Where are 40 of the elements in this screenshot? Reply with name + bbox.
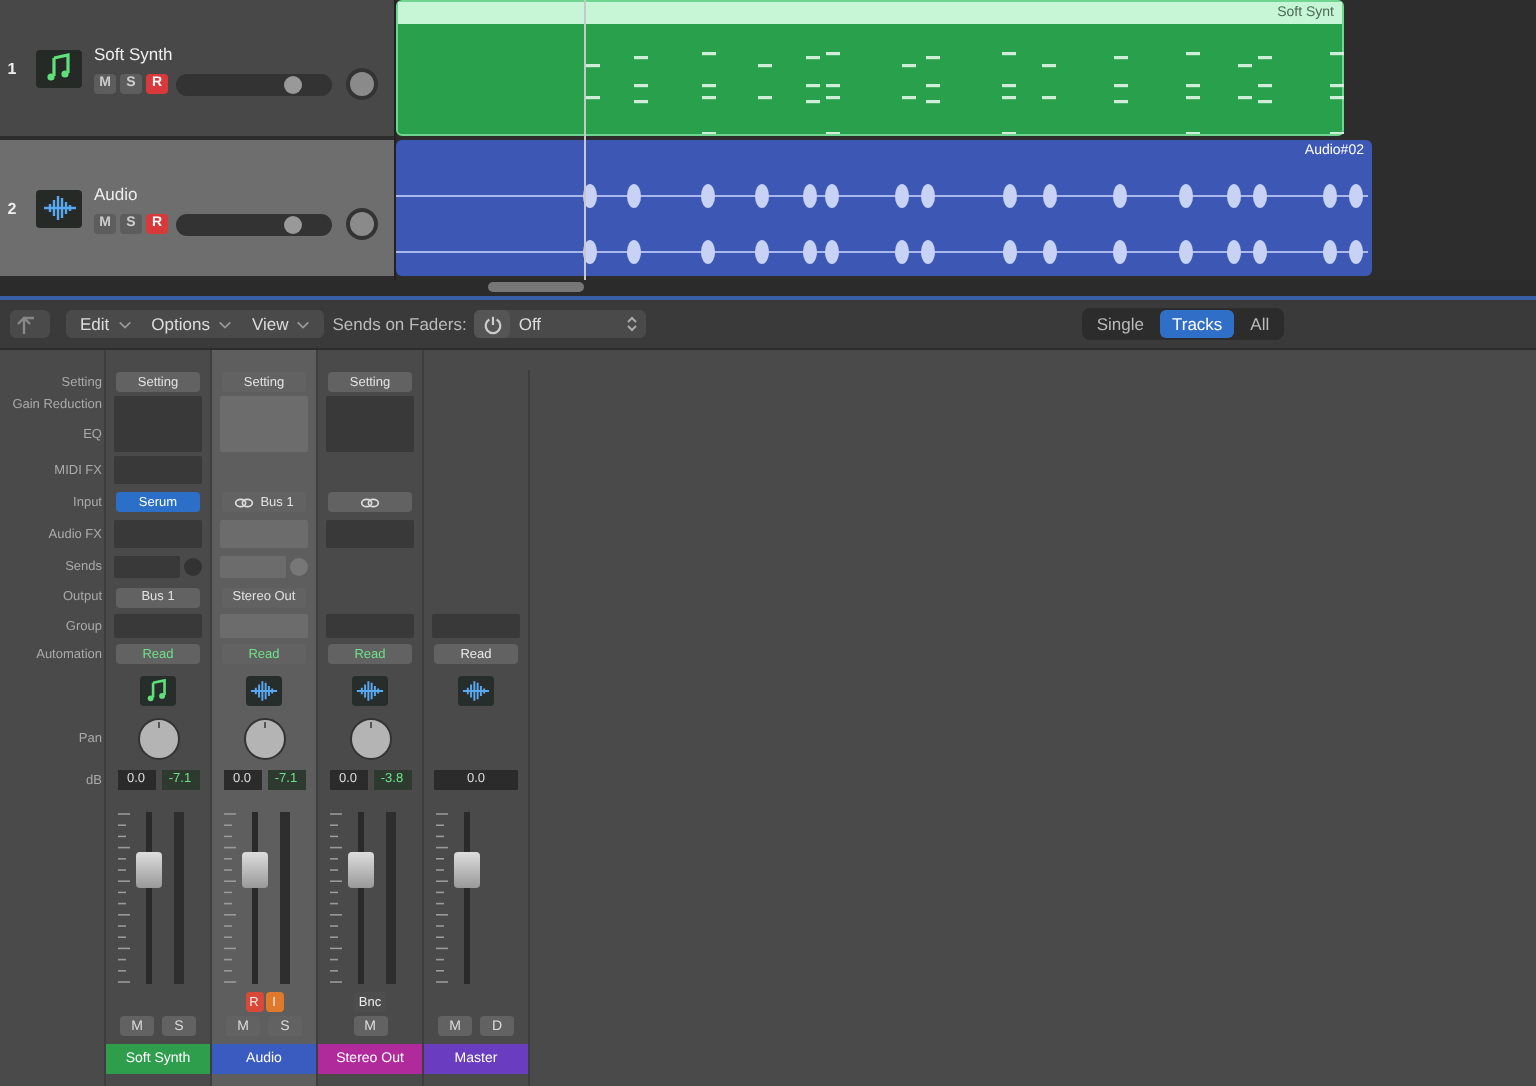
track-name: Soft Synth: [94, 44, 175, 64]
fader[interactable]: [136, 812, 162, 984]
power-button[interactable]: [474, 310, 511, 338]
fader-cap[interactable]: [242, 852, 268, 889]
sends-on-faders-label: Sends on Faders:: [332, 314, 467, 334]
fader[interactable]: [242, 812, 268, 984]
fader-cap[interactable]: [136, 852, 162, 889]
caret-icon: [117, 319, 132, 329]
slider-thumb[interactable]: [284, 215, 303, 233]
fader[interactable]: [348, 812, 374, 984]
view-tab[interactable]: Single: [1084, 310, 1156, 338]
volume-slider[interactable]: [176, 213, 332, 235]
pan-knob[interactable]: [243, 717, 285, 759]
input-button[interactable]: [328, 492, 412, 512]
fader[interactable]: [454, 812, 480, 984]
menu-button[interactable]: View: [243, 314, 319, 334]
pan-knob[interactable]: [346, 68, 378, 100]
music-note-icon: [140, 675, 176, 705]
volume-slider[interactable]: [176, 73, 332, 95]
caret-icon: [217, 319, 232, 329]
view-tab[interactable]: Tracks: [1159, 310, 1235, 338]
track-name: Audio: [94, 184, 140, 204]
track-number: 2: [5, 199, 19, 217]
scrollbar-thumb[interactable]: [488, 282, 584, 292]
waveform-icon: [246, 675, 282, 705]
pan-knob[interactable]: [349, 717, 391, 759]
view-tab[interactable]: All: [1238, 310, 1282, 338]
track-number: 1: [5, 59, 19, 77]
pan-knob[interactable]: [346, 208, 378, 240]
menu-button[interactable]: Edit: [72, 314, 140, 334]
fader-cap[interactable]: [348, 852, 374, 889]
waveform-icon: [458, 675, 494, 705]
power-icon: [481, 313, 504, 335]
caret-icon: [296, 319, 311, 329]
slider-thumb[interactable]: [284, 75, 303, 93]
fader-cap[interactable]: [454, 852, 480, 889]
chevron-icon: [626, 314, 639, 334]
waveform-icon: [352, 675, 388, 705]
menu-button[interactable]: Options: [143, 314, 240, 334]
pan-knob[interactable]: [137, 717, 179, 759]
